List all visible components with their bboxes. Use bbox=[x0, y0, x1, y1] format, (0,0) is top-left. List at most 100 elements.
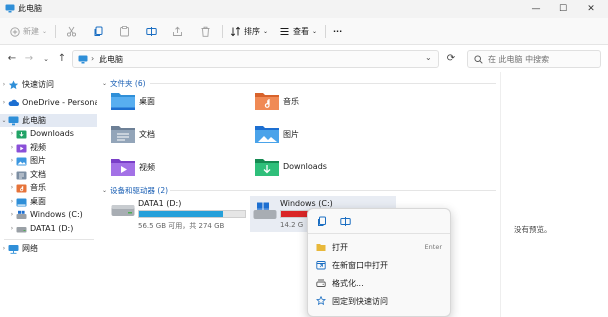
preview-pane: 没有预览。 bbox=[500, 72, 608, 317]
sidebar-item-label: 视频 bbox=[30, 143, 46, 152]
rename-button[interactable] bbox=[146, 23, 157, 40]
menu-item-pin-quick-access[interactable]: 固定到快速访问 bbox=[308, 292, 450, 310]
rename-button[interactable] bbox=[337, 214, 353, 229]
menu-item-open-new-window[interactable]: 在新窗口中打开 bbox=[308, 256, 450, 274]
drive-free-space: 14.2 G bbox=[280, 221, 304, 229]
chevron-right-icon[interactable]: › bbox=[8, 171, 16, 178]
copy-button[interactable] bbox=[93, 23, 104, 40]
maximize-button[interactable]: ☐ bbox=[550, 0, 576, 18]
chevron-right-icon[interactable]: › bbox=[0, 99, 8, 106]
pc-icon bbox=[78, 55, 88, 64]
chevron-down-icon: ⌄ bbox=[102, 80, 108, 87]
sidebar-item-label: Downloads bbox=[30, 129, 74, 138]
chevron-right-icon[interactable]: › bbox=[8, 144, 16, 151]
sort-button[interactable]: 排序 ⌄ bbox=[230, 23, 268, 40]
new-button[interactable]: 新建 ⌄ bbox=[10, 23, 47, 40]
rename-icon bbox=[146, 27, 157, 36]
drive-c-icon bbox=[253, 202, 277, 219]
chevron-down-icon: ⌄ bbox=[42, 28, 48, 35]
chevron-down-icon[interactable]: ⌄ bbox=[0, 117, 8, 124]
toolbar-divider bbox=[55, 25, 56, 38]
sidebar-item-downloads[interactable]: › Downloads bbox=[0, 127, 97, 140]
folder-desktop[interactable]: 桌面 bbox=[110, 90, 240, 112]
plus-circle-icon bbox=[10, 26, 20, 37]
folders-group-header[interactable]: ⌄ 文件夹 (6) bbox=[102, 78, 146, 89]
drive-name: Windows (C:) bbox=[280, 199, 333, 208]
forward-button[interactable]: → bbox=[22, 52, 36, 66]
sidebar-item-drive-d[interactable]: › DATA1 (D:) bbox=[0, 222, 97, 235]
chevron-right-icon[interactable]: › bbox=[0, 245, 8, 252]
recent-locations-button[interactable]: ⌄ bbox=[39, 52, 53, 66]
sidebar-item-label: 桌面 bbox=[30, 197, 46, 206]
drive-d[interactable]: DATA1 (D:) 56.5 GB 可用，共 274 GB bbox=[108, 196, 248, 232]
share-button[interactable] bbox=[172, 23, 183, 40]
close-button[interactable]: ✕ bbox=[578, 0, 604, 18]
more-button[interactable]: ··· bbox=[333, 23, 342, 40]
chevron-right-icon[interactable]: › bbox=[0, 81, 8, 88]
chevron-down-icon[interactable]: ⌄ bbox=[425, 53, 432, 62]
drive-name: DATA1 (D:) bbox=[138, 199, 182, 208]
minimize-button[interactable]: — bbox=[523, 0, 549, 18]
up-button[interactable]: ↑ bbox=[55, 52, 69, 66]
refresh-button[interactable]: ⟳ bbox=[443, 51, 459, 67]
downloads-folder-icon bbox=[255, 159, 279, 176]
folder-downloads[interactable]: Downloads bbox=[254, 156, 384, 178]
drives-group-header[interactable]: ⌄ 设备和驱动器 (2) bbox=[102, 185, 168, 196]
breadcrumb-location[interactable]: 此电脑 bbox=[99, 54, 123, 65]
sidebar-item-this-pc[interactable]: ⌄ 此电脑 bbox=[0, 114, 97, 127]
sidebar-item-label: OneDrive - Personal bbox=[22, 98, 97, 107]
sidebar-item-drive-c[interactable]: › Windows (C:) bbox=[0, 208, 97, 221]
sidebar-item-label: Windows (C:) bbox=[30, 210, 83, 219]
chevron-right-icon[interactable]: › bbox=[8, 225, 16, 232]
chevron-right-icon[interactable]: › bbox=[8, 198, 16, 205]
copy-button[interactable] bbox=[314, 214, 330, 229]
sidebar-item-quick-access[interactable]: › 快速访问 bbox=[0, 78, 97, 91]
menu-item-format[interactable]: 格式化... bbox=[308, 274, 450, 292]
group-divider bbox=[150, 83, 496, 84]
sidebar-item-desktop[interactable]: › 桌面 bbox=[0, 195, 97, 208]
menu-item-label: 固定到快速访问 bbox=[332, 296, 388, 306]
breadcrumb-separator: › bbox=[91, 54, 95, 63]
chevron-right-icon[interactable]: › bbox=[8, 211, 16, 218]
preview-empty-text: 没有预览。 bbox=[514, 225, 552, 234]
chevron-right-icon[interactable]: › bbox=[8, 157, 16, 164]
sidebar-item-label: 网络 bbox=[22, 244, 38, 253]
menu-item-open[interactable]: 打开 Enter bbox=[308, 238, 450, 256]
pictures-folder-icon bbox=[255, 126, 279, 143]
sidebar-item-documents[interactable]: › 文档 bbox=[0, 168, 97, 181]
chevron-down-icon: ⌄ bbox=[263, 28, 269, 35]
sort-icon bbox=[230, 26, 241, 37]
drives-group-label: 设备和驱动器 (2) bbox=[110, 186, 169, 195]
view-button[interactable]: 查看 ⌄ bbox=[279, 23, 317, 40]
sidebar-item-pictures[interactable]: › 图片 bbox=[0, 154, 97, 167]
folder-documents[interactable]: 文档 bbox=[110, 123, 240, 145]
cut-button[interactable] bbox=[66, 23, 77, 40]
sidebar-item-label: 文档 bbox=[30, 170, 46, 179]
folder-videos[interactable]: 视频 bbox=[110, 156, 240, 178]
music-icon bbox=[16, 184, 27, 192]
cloud-icon bbox=[8, 99, 19, 106]
sidebar-item-videos[interactable]: › 视频 bbox=[0, 141, 97, 154]
sidebar-item-music[interactable]: › 音乐 bbox=[0, 181, 97, 194]
address-box[interactable]: › 此电脑 ⌄ bbox=[72, 50, 439, 68]
context-menu: 打开 Enter 在新窗口中打开 格式化... 固定到快速访问 bbox=[307, 208, 451, 317]
downloads-icon bbox=[16, 130, 27, 138]
folder-pictures[interactable]: 图片 bbox=[254, 123, 384, 145]
menu-item-label: 在新窗口中打开 bbox=[332, 260, 388, 270]
chevron-right-icon[interactable]: › bbox=[8, 130, 16, 137]
folder-music[interactable]: 音乐 bbox=[254, 90, 384, 112]
sidebar-item-label: 图片 bbox=[30, 156, 46, 165]
chevron-down-icon: ⌄ bbox=[102, 187, 108, 194]
pc-icon bbox=[5, 4, 15, 13]
sidebar-item-onedrive[interactable]: › OneDrive - Personal bbox=[0, 96, 97, 109]
delete-button[interactable] bbox=[200, 23, 211, 40]
search-input[interactable]: 在 此电脑 中搜索 bbox=[467, 50, 601, 68]
paste-button[interactable] bbox=[119, 23, 130, 40]
chevron-right-icon[interactable]: › bbox=[8, 184, 16, 191]
back-button[interactable]: ← bbox=[5, 52, 19, 66]
new-label: 新建 bbox=[23, 27, 39, 36]
sidebar-item-network[interactable]: › 网络 bbox=[0, 242, 97, 255]
folder-label: 桌面 bbox=[139, 97, 155, 106]
menu-item-shortcut: Enter bbox=[424, 243, 442, 251]
title-bar: 此电脑 — ☐ ✕ bbox=[0, 0, 608, 18]
